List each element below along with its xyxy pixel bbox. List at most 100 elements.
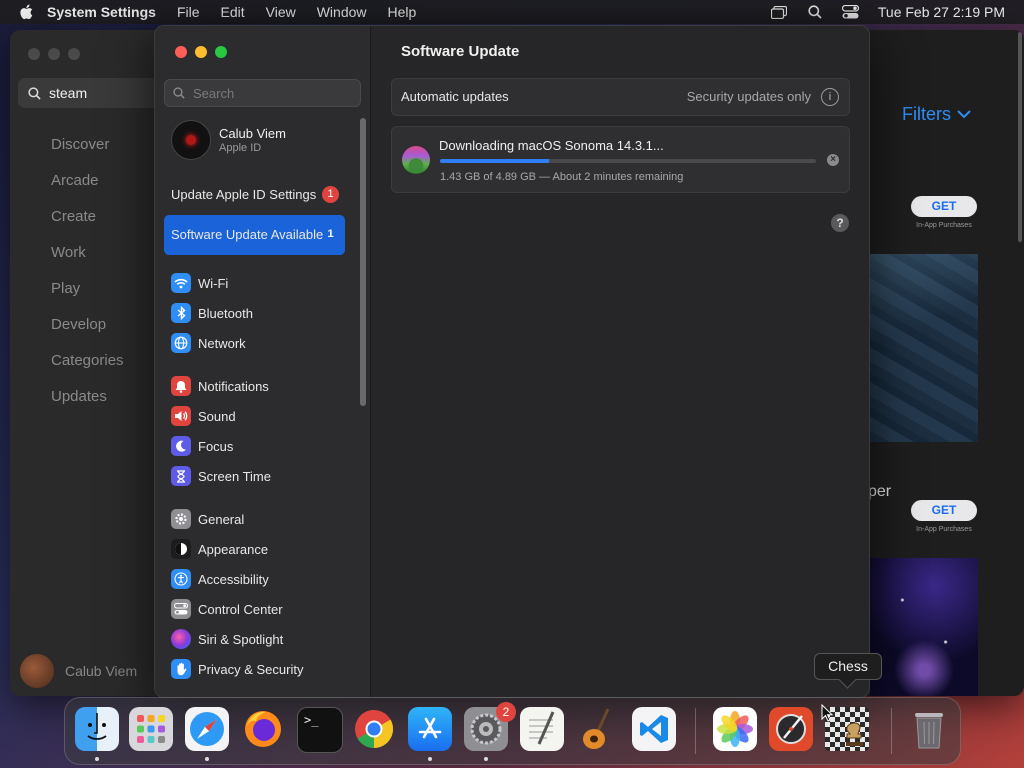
app-store-window-controls: [28, 48, 80, 60]
sidebar-item-notifications[interactable]: Notifications: [171, 375, 269, 397]
notification-badge: 1: [322, 186, 339, 203]
sidebar-item-label: Notifications: [198, 378, 269, 394]
download-progress-fill: [440, 159, 550, 163]
scrollbar[interactable]: [1018, 32, 1022, 242]
settings-search-field[interactable]: [164, 79, 361, 107]
app-menu[interactable]: System Settings: [47, 4, 156, 20]
safari-icon[interactable]: [185, 707, 229, 751]
update-apple-id-settings-row[interactable]: Update Apple ID Settings 1: [164, 178, 345, 212]
sidebar-item-label: Network: [198, 335, 246, 351]
general-icon: [171, 509, 191, 529]
app-store-account[interactable]: Calub Viem: [20, 654, 137, 688]
automatic-updates-row: Automatic updates Security updates only …: [391, 78, 850, 116]
get-button[interactable]: GET: [911, 196, 977, 217]
download-progress-bar: [440, 159, 816, 163]
close-button[interactable]: [175, 46, 187, 58]
nav-work[interactable]: Work: [51, 242, 124, 278]
menu-help[interactable]: Help: [388, 4, 417, 20]
row-label: Update Apple ID Settings: [171, 187, 317, 202]
sidebar-item-focus[interactable]: Focus: [171, 435, 233, 457]
nav-create[interactable]: Create: [51, 206, 124, 242]
app-title-partial[interactable]: per: [868, 483, 891, 501]
filters-label: Filters: [902, 104, 951, 124]
garageband-icon[interactable]: [576, 707, 620, 751]
sidebar-item-control-center[interactable]: Control Center: [171, 598, 283, 620]
wifi-icon: [171, 273, 191, 293]
sidebar-item-sound[interactable]: Sound: [171, 405, 236, 427]
nav-develop[interactable]: Develop: [51, 314, 124, 350]
app-store-search-value[interactable]: steam: [49, 85, 87, 101]
help-button[interactable]: ?: [831, 214, 849, 232]
get-button[interactable]: GET: [911, 500, 977, 521]
dock-separator: [695, 708, 696, 754]
spotlight-search-icon[interactable]: [806, 4, 824, 20]
sidebar-item-wifi[interactable]: Wi-Fi: [171, 272, 228, 294]
textedit-icon[interactable]: [520, 707, 564, 751]
sidebar-item-privacy-security[interactable]: Privacy & Security: [171, 658, 303, 680]
macos-sonoma-icon: [402, 146, 430, 174]
account-subtitle: Apple ID: [219, 142, 262, 154]
minimize-button[interactable]: [195, 46, 207, 58]
menu-window[interactable]: Window: [317, 4, 367, 20]
dock-separator: [891, 708, 892, 754]
running-indicator: [205, 757, 209, 761]
apple-menu-icon[interactable]: [19, 4, 33, 20]
sidebar-item-label: General: [198, 511, 245, 527]
close-button[interactable]: [28, 48, 40, 60]
notifications-icon: [171, 376, 191, 396]
sidebar-item-screen-time[interactable]: Screen Time: [171, 465, 271, 487]
minimize-button[interactable]: [48, 48, 60, 60]
zoom-button[interactable]: [68, 48, 80, 60]
sound-icon: [171, 406, 191, 426]
sidebar-scrollbar[interactable]: [360, 118, 366, 406]
running-indicator: [428, 757, 432, 761]
sidebar-item-network[interactable]: Network: [171, 332, 246, 354]
finder-icon[interactable]: [75, 707, 119, 751]
search-input[interactable]: [191, 84, 355, 102]
nav-updates[interactable]: Updates: [51, 386, 124, 422]
cancel-download-button[interactable]: ×: [827, 154, 839, 166]
instruments-icon[interactable]: [769, 707, 813, 751]
screen-time-icon: [171, 466, 191, 486]
app-screenshot-space[interactable]: [870, 558, 978, 696]
photos-icon[interactable]: [713, 707, 757, 751]
vscode-icon[interactable]: [632, 707, 676, 751]
chrome-icon[interactable]: [352, 707, 396, 751]
automatic-updates-value: Security updates only: [686, 89, 811, 104]
filters-button[interactable]: Filters: [902, 104, 971, 125]
zoom-button[interactable]: [215, 46, 227, 58]
menu-view[interactable]: View: [266, 4, 296, 20]
sidebar-item-siri-spotlight[interactable]: Siri & Spotlight: [171, 628, 283, 650]
siri-icon: [171, 629, 191, 649]
terminal-icon[interactable]: >_: [297, 707, 343, 753]
sidebar-item-label: Privacy & Security: [198, 661, 304, 677]
bluetooth-icon: [171, 303, 191, 323]
info-icon[interactable]: i: [821, 88, 839, 106]
download-progress-panel: Downloading macOS Sonoma 14.3.1... × 1.4…: [391, 126, 850, 193]
control-center-icon[interactable]: [842, 4, 860, 20]
nav-categories[interactable]: Categories: [51, 350, 124, 386]
avatar: [171, 120, 211, 160]
menubar-clock[interactable]: Tue Feb 27 2:19 PM: [878, 4, 1005, 20]
terminal-prompt: >_: [304, 713, 319, 727]
sidebar-item-appearance[interactable]: Appearance: [171, 538, 268, 560]
launchpad-icon[interactable]: [129, 707, 173, 751]
firefox-icon[interactable]: [241, 707, 285, 751]
software-update-available-row[interactable]: Software Update Available 1: [164, 215, 345, 255]
menu-file[interactable]: File: [177, 4, 200, 20]
account-name: Calub Viem: [65, 663, 138, 679]
apple-id-account[interactable]: Calub Viem Apple ID: [171, 120, 286, 160]
nav-discover[interactable]: Discover: [51, 134, 124, 170]
trash-icon[interactable]: [907, 707, 951, 751]
sidebar-item-general[interactable]: General: [171, 508, 244, 530]
nav-arcade[interactable]: Arcade: [51, 170, 124, 206]
app-screenshot-city[interactable]: [870, 254, 978, 442]
screen-mirroring-icon[interactable]: [770, 4, 788, 20]
menu-bar: System Settings File Edit View Window He…: [0, 0, 1024, 24]
sidebar-item-accessibility[interactable]: Accessibility: [171, 568, 269, 590]
menu-edit[interactable]: Edit: [221, 4, 245, 20]
nav-play[interactable]: Play: [51, 278, 124, 314]
sidebar-item-bluetooth[interactable]: Bluetooth: [171, 302, 253, 324]
app-store-icon[interactable]: [408, 707, 452, 751]
software-update-pane: Software Update Automatic updates Securi…: [371, 26, 869, 697]
